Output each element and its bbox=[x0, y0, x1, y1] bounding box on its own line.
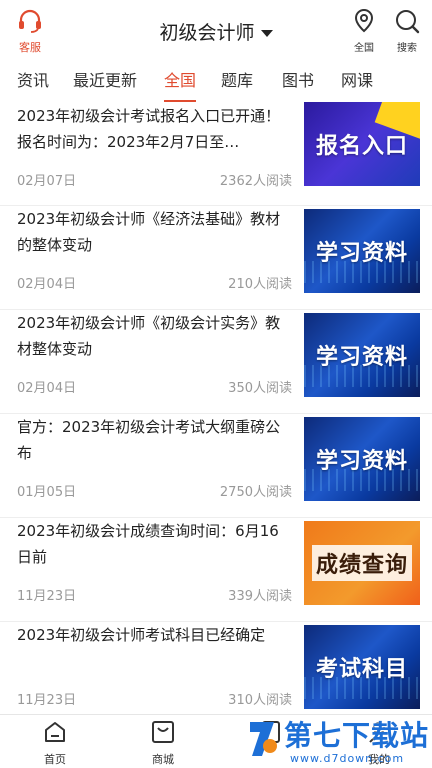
tab-books[interactable]: 图书 bbox=[282, 62, 314, 102]
thumbnail-text: 成绩查询 bbox=[315, 553, 408, 578]
article-item[interactable]: 2023年初级会计考试报名入口已开通！报名时间为：2023年2月7日至… 02月… bbox=[0, 102, 432, 206]
watermark-brand: 第七下载站 bbox=[284, 719, 430, 752]
article-reads: 210人阅读 bbox=[228, 277, 292, 292]
nav-shop-label: 商城 bbox=[152, 753, 174, 766]
article-title: 2023年初级会计考试报名入口已开通！报名时间为：2023年2月7日至… bbox=[17, 107, 281, 151]
article-item[interactable]: 2023年初级会计师《经济法基础》教材的整体变动 02月04日 210人阅读 学… bbox=[0, 206, 432, 310]
category-tabs: 资讯 最近更新 全国 题库 图书 网课 bbox=[0, 62, 432, 102]
search-label: 搜索 bbox=[397, 43, 417, 54]
thumbnail-text: 考试科目 bbox=[315, 657, 408, 682]
thumbnail-text: 学习资料 bbox=[315, 345, 408, 370]
watermark: 第七下载站 www.d7down.com bbox=[242, 712, 432, 768]
article-item[interactable]: 2023年初级会计成绩查询时间：6月16日前 11月23日 339人阅读 成绩查… bbox=[0, 518, 432, 622]
article-reads: 339人阅读 bbox=[228, 589, 292, 604]
article-title: 2023年初级会计师《初级会计实务》教材整体变动 bbox=[17, 314, 281, 358]
nav-shop[interactable]: 商城 bbox=[135, 719, 191, 767]
article-thumbnail: 考试科目 bbox=[304, 625, 420, 709]
home-icon bbox=[45, 722, 65, 742]
nav-home-label: 首页 bbox=[44, 753, 66, 766]
top-header: 客服 初级会计师 全国 搜索 bbox=[0, 0, 432, 60]
search-button[interactable]: 搜索 bbox=[387, 8, 427, 54]
article-reads: 2750人阅读 bbox=[219, 485, 292, 500]
article-title: 2023年初级会计师考试科目已经确定 bbox=[17, 626, 266, 644]
article-date: 02月04日 bbox=[17, 381, 77, 396]
tab-question-bank[interactable]: 题库 bbox=[221, 62, 253, 102]
tab-recent-updates[interactable]: 最近更新 bbox=[73, 62, 137, 102]
article-date: 11月23日 bbox=[17, 693, 77, 708]
location-pin-icon bbox=[354, 8, 374, 33]
thumbnail-text: 学习资料 bbox=[315, 241, 408, 266]
caret-down-icon bbox=[260, 30, 273, 37]
article-reads: 310人阅读 bbox=[228, 693, 292, 708]
nav-home[interactable]: 首页 bbox=[27, 719, 83, 767]
article-thumbnail: 学习资料 bbox=[304, 313, 420, 397]
tab-national[interactable]: 全国 bbox=[164, 62, 197, 102]
article-item[interactable]: 官方：2023年初级会计考试大纲重磅公布 01月05日 2750人阅读 学习资料 bbox=[0, 414, 432, 518]
tab-online-courses[interactable]: 网课 bbox=[341, 62, 373, 102]
article-reads: 2362人阅读 bbox=[219, 174, 292, 189]
thumbnail-text: 报名入口 bbox=[315, 134, 408, 159]
article-title: 2023年初级会计师《经济法基础》教材的整体变动 bbox=[17, 210, 281, 254]
tab-news[interactable]: 资讯 bbox=[17, 62, 49, 102]
search-icon bbox=[396, 10, 420, 34]
article-date: 02月04日 bbox=[17, 277, 77, 292]
article-list: 2023年初级会计考试报名入口已开通！报名时间为：2023年2月7日至… 02月… bbox=[0, 102, 432, 714]
watermark-url: www.d7down.com bbox=[290, 752, 405, 765]
page-title: 初级会计师 bbox=[159, 22, 255, 44]
article-item[interactable]: 2023年初级会计师考试科目已经确定 11月23日 310人阅读 考试科目 bbox=[0, 622, 432, 714]
region-label: 全国 bbox=[354, 43, 374, 54]
article-thumbnail: 成绩查询 bbox=[304, 521, 420, 605]
article-title: 2023年初级会计成绩查询时间：6月16日前 bbox=[17, 522, 279, 566]
thumbnail-text: 学习资料 bbox=[315, 449, 408, 474]
article-title: 官方：2023年初级会计考试大纲重磅公布 bbox=[17, 418, 281, 462]
article-reads: 350人阅读 bbox=[228, 381, 292, 396]
article-date: 02月07日 bbox=[17, 174, 77, 189]
article-item[interactable]: 2023年初级会计师《初级会计实务》教材整体变动 02月04日 350人阅读 学… bbox=[0, 310, 432, 414]
region-button[interactable]: 全国 bbox=[344, 8, 384, 54]
article-thumbnail: 报名入口 bbox=[304, 102, 420, 186]
article-thumbnail: 学习资料 bbox=[304, 209, 420, 293]
shop-icon bbox=[152, 721, 174, 743]
watermark-logo-icon bbox=[250, 722, 277, 756]
article-thumbnail: 学习资料 bbox=[304, 417, 420, 501]
article-date: 01月05日 bbox=[17, 485, 77, 500]
article-date: 11月23日 bbox=[17, 589, 77, 604]
bottom-nav: 首页 商城 我的 第七下载站 www.d7down.com bbox=[0, 714, 432, 768]
